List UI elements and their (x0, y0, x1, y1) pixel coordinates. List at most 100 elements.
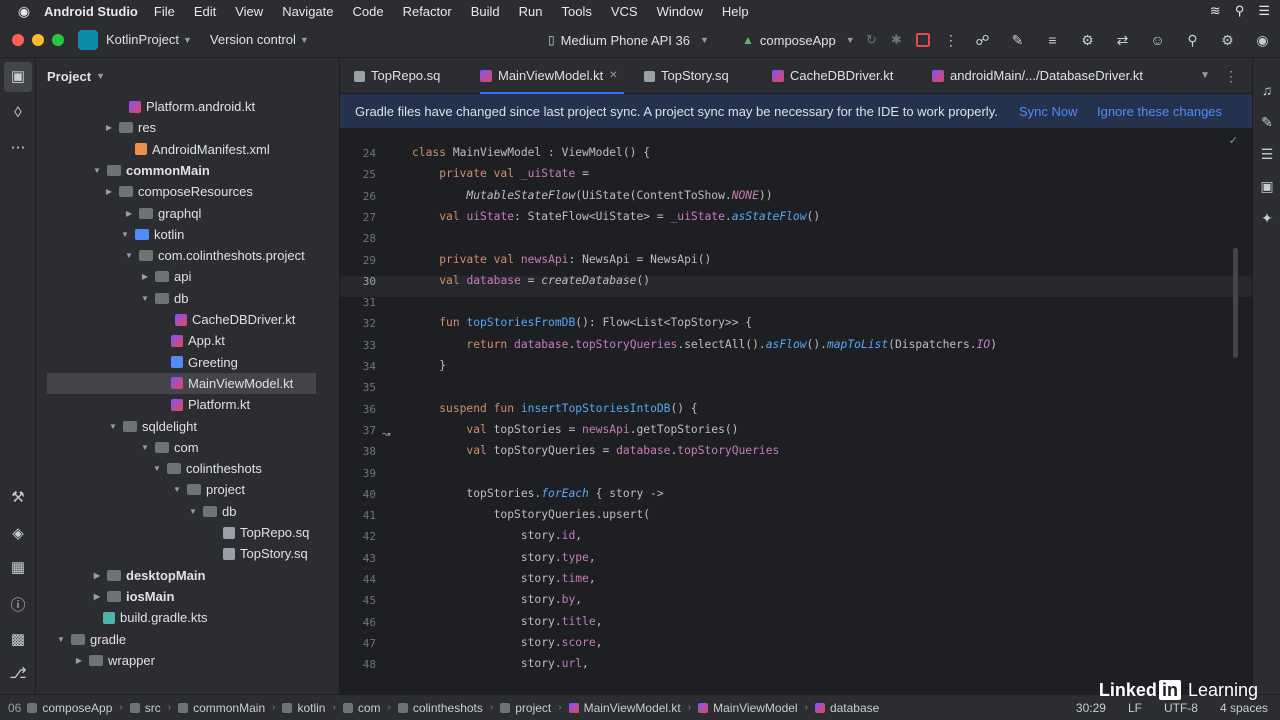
chevron-right-icon[interactable]: ▶ (102, 117, 116, 138)
breadcrumb-item[interactable]: database (814, 701, 879, 715)
chevron-right-icon[interactable]: ▶ (90, 586, 104, 607)
device-manager-icon[interactable]: ☍ (965, 32, 1000, 49)
chevron-right-icon[interactable]: ▶ (90, 565, 104, 586)
close-tab-icon[interactable]: ✕ (609, 58, 617, 94)
tree-item[interactable]: ▼ commonMain (90, 160, 210, 181)
chevron-right-icon[interactable]: ▶ (102, 181, 116, 202)
tab-toprepo-sq[interactable]: TopRepo.sq (354, 58, 440, 94)
menu-file[interactable]: File (154, 4, 175, 19)
breadcrumb-item[interactable]: colintheshots (397, 701, 483, 715)
tree-item[interactable]: ▼ com.colintheshots.project (122, 245, 305, 266)
ai-assistant-icon[interactable]: ◉ (1245, 32, 1280, 49)
caret-position[interactable]: 30:29 (1076, 701, 1106, 715)
layout-inspector-icon[interactable]: ✎ (1000, 32, 1035, 49)
menu-tools[interactable]: Tools (562, 4, 592, 19)
tree-item[interactable]: ▶ desktopMain (90, 565, 206, 586)
notifications-icon[interactable]: ♫ (1253, 82, 1280, 98)
tree-item[interactable]: ▼ db (138, 288, 188, 309)
tree-item[interactable]: ▼ colintheshots (150, 458, 262, 479)
suspend-call-gutter-icon[interactable]: ↝ (382, 429, 390, 440)
gradle-sync-icon[interactable]: ⚙ (1070, 32, 1105, 49)
tree-item[interactable]: ▶ composeResources (102, 181, 253, 202)
debug-icon[interactable]: ✱ (891, 32, 902, 48)
tab-topstory-sq[interactable]: TopStory.sq (644, 58, 729, 94)
breadcrumb-item[interactable]: com (342, 701, 381, 715)
tree-item[interactable]: ▼ com (138, 437, 199, 458)
close-window-button[interactable] (12, 33, 24, 46)
menu-help[interactable]: Help (722, 4, 749, 19)
code-editor[interactable]: ✓ ↝ 24 class MainViewModel : ViewModel() … (340, 128, 1252, 694)
wifi-icon[interactable]: ≋ (1210, 3, 1221, 19)
tree-item[interactable]: TopRepo.sq (206, 522, 309, 543)
tree-item[interactable]: ▼ sqldelight (106, 416, 197, 437)
menu-edit[interactable]: Edit (194, 4, 216, 19)
menu-build[interactable]: Build (471, 4, 500, 19)
database-icon[interactable]: ☰ (1253, 146, 1280, 163)
tree-item[interactable]: ▶ wrapper (72, 650, 155, 671)
tree-item[interactable]: MainViewModel.kt (154, 373, 293, 394)
menu-navigate[interactable]: Navigate (282, 4, 333, 19)
menu-view[interactable]: View (235, 4, 263, 19)
menu-vcs[interactable]: VCS (611, 4, 638, 19)
chevron-right-icon[interactable]: ▶ (72, 650, 86, 671)
breadcrumb-item[interactable]: src (129, 701, 161, 715)
chevron-down-icon[interactable]: ▼ (138, 437, 152, 458)
sync-now-link[interactable]: Sync Now (1019, 104, 1078, 119)
tab-mainviewmodel-kt[interactable]: MainViewModel.kt ✕ (480, 58, 624, 94)
tree-item[interactable]: Platform.kt (154, 394, 250, 415)
settings-gear-icon[interactable]: ⚙ (1210, 32, 1245, 49)
tree-item[interactable]: ▼ project (170, 479, 245, 500)
tree-item[interactable]: ▶ api (138, 266, 191, 287)
ignore-changes-link[interactable]: Ignore these changes (1097, 104, 1222, 119)
control-center-icon[interactable]: ☰ (1258, 3, 1270, 19)
more-actions-icon[interactable]: ⋮ (944, 32, 958, 49)
tree-item[interactable]: Greeting (154, 352, 238, 373)
tree-item[interactable]: Platform.android.kt (112, 96, 255, 117)
breadcrumb-item[interactable]: project (500, 701, 551, 715)
resource-manager-icon[interactable]: ◊ (0, 104, 36, 121)
apple-icon[interactable]: ◉ (16, 3, 32, 20)
chevron-down-icon[interactable]: ▼ (186, 501, 200, 522)
breadcrumb-item[interactable]: MainViewModel.kt (568, 701, 681, 715)
chevron-down-icon[interactable]: ▼ (138, 288, 152, 309)
tree-item[interactable]: ▶ graphql (122, 203, 201, 224)
tree-item[interactable]: ▼ db (186, 501, 236, 522)
tree-item[interactable]: ▼ gradle (54, 629, 126, 650)
breadcrumb-item[interactable]: kotlin (282, 701, 325, 715)
menu-window[interactable]: Window (657, 4, 703, 19)
project-folder-icon[interactable]: ▣ (4, 62, 32, 92)
minimize-window-button[interactable] (32, 33, 44, 46)
tree-item[interactable]: AndroidManifest.xml (118, 139, 270, 160)
device-explorer-icon[interactable]: ▣ (1253, 178, 1280, 195)
breadcrumb-item[interactable]: commonMain (178, 701, 265, 715)
vcs-selector[interactable]: Version control ▼ (210, 32, 309, 47)
chevron-down-icon[interactable]: ▼ (150, 458, 164, 479)
app-menu[interactable]: Android Studio (44, 4, 138, 19)
search-everywhere-icon[interactable]: ⚲ (1175, 32, 1210, 49)
tree-item[interactable]: build.gradle.kts (86, 607, 207, 628)
editor-scrollbar[interactable] (1233, 248, 1238, 358)
vcs-branch-icon[interactable]: ⎇ (0, 664, 36, 682)
rerun-icon[interactable]: ↻ (866, 32, 877, 48)
menu-refactor[interactable]: Refactor (403, 4, 452, 19)
project-selector[interactable]: KotlinProject ▼ (106, 32, 192, 47)
logcat-cat-icon[interactable]: ▦ (0, 558, 36, 576)
tab-more-icon[interactable]: ⋮ (1224, 58, 1238, 94)
tree-item[interactable]: ▶ res (102, 117, 156, 138)
menu-code[interactable]: Code (353, 4, 384, 19)
tab-list-chevron-icon[interactable]: ▼ (1200, 58, 1210, 94)
tree-item[interactable]: CacheDBDriver.kt (158, 309, 295, 330)
chevron-down-icon[interactable]: ▼ (54, 629, 68, 650)
chevron-down-icon[interactable]: ▼ (106, 416, 120, 437)
terminal-icon[interactable]: ▩ (0, 630, 36, 648)
chevron-down-icon[interactable]: ▼ (90, 160, 104, 181)
breadcrumb-item[interactable]: composeApp (27, 701, 112, 715)
problems-icon[interactable]: ⓘ (0, 594, 36, 615)
run-config-selector[interactable]: ▲ composeApp ▼ (742, 22, 855, 58)
tree-item[interactable]: ▼ kotlin (118, 224, 184, 245)
chevron-right-icon[interactable]: ▶ (122, 203, 136, 224)
chevron-down-icon[interactable]: ▼ (118, 224, 132, 245)
profile-icon[interactable]: ☺ (1140, 32, 1175, 48)
search-icon[interactable]: ⚲ (1235, 3, 1245, 19)
project-panel-header[interactable]: Project ▼ (36, 58, 339, 94)
